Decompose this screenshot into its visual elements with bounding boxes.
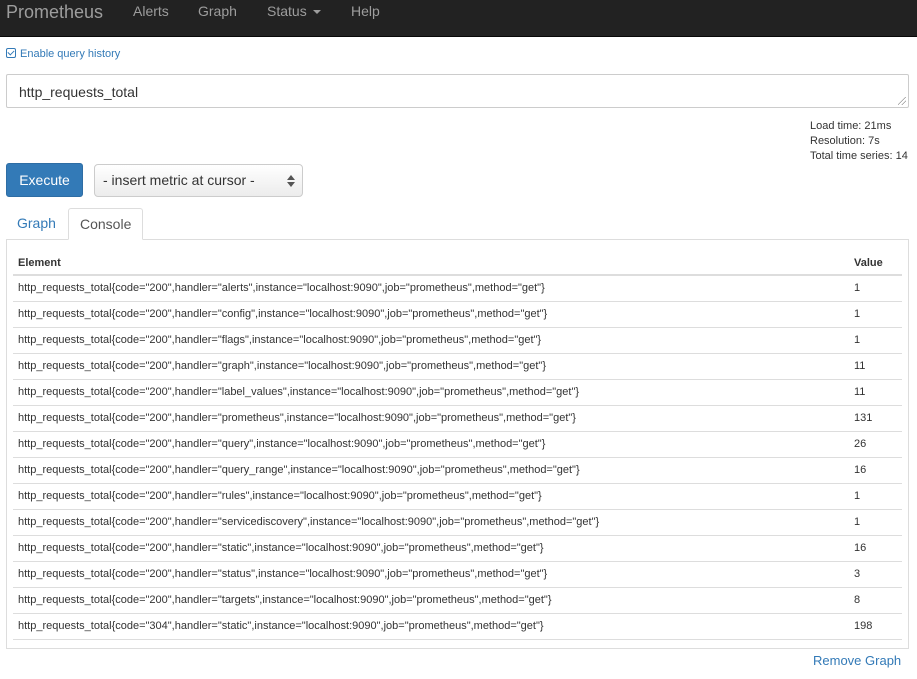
table-row: http_requests_total{code="200",handler="… xyxy=(13,458,902,484)
resize-handle-icon[interactable] xyxy=(898,97,906,105)
nav-graph[interactable]: Graph xyxy=(198,2,237,20)
row-element: http_requests_total{code="200",handler="… xyxy=(18,464,580,476)
table-row: http_requests_total{code="200",handler="… xyxy=(13,302,902,328)
table-header: Element Value xyxy=(13,250,902,276)
row-value: 1 xyxy=(854,282,861,294)
checkbox-checked-icon xyxy=(6,48,16,58)
row-value: 1 xyxy=(854,490,861,502)
tab-graph[interactable]: Graph xyxy=(6,208,67,240)
row-value: 11 xyxy=(854,386,866,398)
row-value: 8 xyxy=(854,594,861,606)
row-element: http_requests_total{code="200",handler="… xyxy=(18,594,552,606)
insert-metric-selected: - insert metric at cursor - xyxy=(103,172,255,188)
table-row: http_requests_total{code="304",handler="… xyxy=(13,614,902,640)
row-value: 16 xyxy=(854,542,867,554)
row-element: http_requests_total{code="200",handler="… xyxy=(18,490,542,502)
nav-status-dropdown[interactable]: Status xyxy=(267,2,321,20)
row-element: http_requests_total{code="200",handler="… xyxy=(18,282,545,294)
nav-help[interactable]: Help xyxy=(351,2,380,20)
nav-alerts[interactable]: Alerts xyxy=(133,2,169,20)
row-element: http_requests_total{code="304",handler="… xyxy=(18,620,544,632)
row-value: 1 xyxy=(854,516,861,528)
query-stats: Load time: 21ms Resolution: 7s Total tim… xyxy=(810,119,908,164)
row-element: http_requests_total{code="200",handler="… xyxy=(18,334,542,346)
resolution: Resolution: 7s xyxy=(810,135,880,147)
row-value: 26 xyxy=(854,438,867,450)
row-value: 16 xyxy=(854,464,867,476)
row-element: http_requests_total{code="200",handler="… xyxy=(18,412,576,424)
column-header-element: Element xyxy=(18,257,61,269)
table-row: http_requests_total{code="200",handler="… xyxy=(13,432,902,458)
row-element: http_requests_total{code="200",handler="… xyxy=(18,308,548,320)
insert-metric-select[interactable]: - insert metric at cursor - xyxy=(94,164,303,197)
row-value: 198 xyxy=(854,620,873,632)
execute-button[interactable]: Execute xyxy=(6,163,83,197)
table-row: http_requests_total{code="200",handler="… xyxy=(13,510,902,536)
row-element: http_requests_total{code="200",handler="… xyxy=(18,438,546,450)
remove-graph-link[interactable]: Remove Graph xyxy=(813,653,901,669)
load-time: Load time: 21ms xyxy=(810,120,892,132)
enable-query-history-toggle[interactable]: Enable query history xyxy=(6,47,120,61)
console-panel: Element Value http_requests_total{code="… xyxy=(6,239,909,649)
row-value: 11 xyxy=(854,360,866,372)
enable-query-history-label: Enable query history xyxy=(20,48,121,60)
column-header-value: Value xyxy=(854,257,883,269)
top-navbar: Prometheus Alerts Graph Status Help xyxy=(0,0,917,37)
table-row: http_requests_total{code="200",handler="… xyxy=(13,276,902,302)
table-row: http_requests_total{code="200",handler="… xyxy=(13,354,902,380)
nav-status-label: Status xyxy=(267,3,307,19)
table-row: http_requests_total{code="200",handler="… xyxy=(13,562,902,588)
row-value: 3 xyxy=(854,568,861,580)
row-element: http_requests_total{code="200",handler="… xyxy=(18,516,600,528)
expression-value: http_requests_total xyxy=(19,84,139,100)
table-row: http_requests_total{code="200",handler="… xyxy=(13,588,902,614)
table-body: http_requests_total{code="200",handler="… xyxy=(13,276,902,640)
table-row: http_requests_total{code="200",handler="… xyxy=(13,380,902,406)
total-time-series: Total time series: 14 xyxy=(810,150,908,162)
table-row: http_requests_total{code="200",handler="… xyxy=(13,536,902,562)
row-element: http_requests_total{code="200",handler="… xyxy=(18,568,548,580)
caret-down-icon xyxy=(312,10,321,15)
select-arrows-icon xyxy=(287,175,295,187)
tab-console[interactable]: Console xyxy=(68,208,144,240)
table-row: http_requests_total{code="200",handler="… xyxy=(13,328,902,354)
row-element: http_requests_total{code="200",handler="… xyxy=(18,360,546,372)
row-value: 1 xyxy=(854,334,861,346)
row-value: 1 xyxy=(854,308,861,320)
brand-link[interactable]: Prometheus xyxy=(6,1,103,23)
row-value: 131 xyxy=(854,412,873,424)
table-row: http_requests_total{code="200",handler="… xyxy=(13,406,902,432)
table-row: http_requests_total{code="200",handler="… xyxy=(13,484,902,510)
row-element: http_requests_total{code="200",handler="… xyxy=(18,386,580,398)
expression-input[interactable]: http_requests_total xyxy=(6,74,909,108)
results-table: Element Value http_requests_total{code="… xyxy=(13,250,902,640)
row-element: http_requests_total{code="200",handler="… xyxy=(18,542,544,554)
